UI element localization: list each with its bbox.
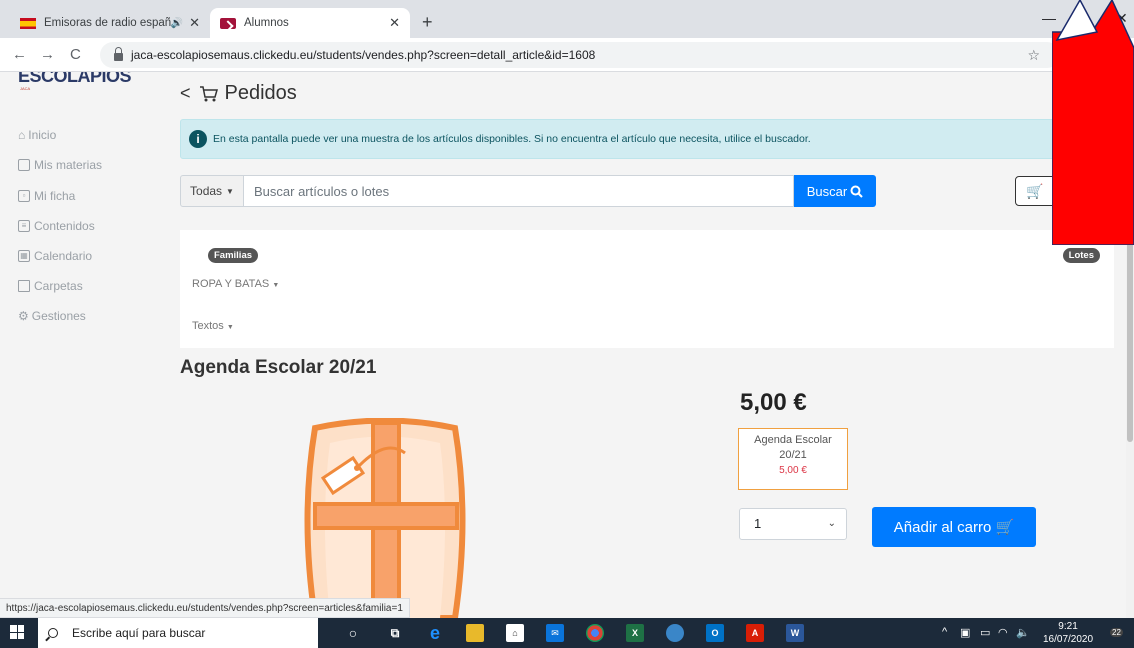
excel-icon[interactable]: X [626,624,644,642]
caret-down-icon: ▼ [226,186,234,196]
search-button[interactable]: Buscar [794,175,876,207]
logo-subtext: JACA [20,86,31,91]
family-textos[interactable]: Textos ▼ [192,320,234,332]
cortana-icon[interactable]: ○ [344,624,362,642]
search-input[interactable] [244,175,794,207]
cart-icon: 🛒 [995,519,1015,536]
tab-radio[interactable]: Emisoras de radio españolas 🔊 ✕ [10,8,210,38]
page-title: < Pedidos [180,82,297,105]
tab-alumnos[interactable]: Alumnos ✕ [210,8,410,38]
status-url: https://jaca-escolapiosemaus.clickedu.eu… [0,598,410,618]
photos-icon[interactable] [666,624,684,642]
acrobat-icon[interactable]: A [746,624,764,642]
back-chevron-icon[interactable]: < [180,83,191,104]
add-to-cart-button[interactable]: Añadir al carro 🛒 [872,507,1036,547]
family-ropa-y-batas[interactable]: ROPA Y BATAS ▼ [192,278,279,290]
lots-badge[interactable]: Lotes [1062,248,1100,263]
sidebar-item-calendario[interactable]: ▦ Calendario [18,249,92,263]
contents-icon: ≡ [18,220,30,232]
cart-icon [199,85,218,101]
clickedu-favicon-icon [220,17,236,29]
tray-network-icon[interactable]: ▣ [960,626,970,639]
sidebar-item-contenidos[interactable]: ≡ Contenidos [18,219,95,233]
browser-tabstrip: Emisoras de radio españolas 🔊 ✕ Alumnos … [0,0,1134,38]
tray-battery-icon[interactable]: ▭ [980,626,990,639]
families-badge: Familias [208,248,259,263]
mail-icon[interactable]: ✉ [546,624,564,642]
home-icon: ⌂ [18,128,26,142]
tray-wifi-icon[interactable]: ◠ [998,626,1008,639]
page-title-text: Pedidos [224,82,297,104]
product-price: 5,00 € [740,389,807,416]
info-alert: i En esta pantalla puede ver una muestra… [180,119,1114,159]
families-panel: Familias Lotes ROPA Y BATAS ▼ Textos ▼ [180,230,1114,348]
info-icon: i [189,130,207,148]
product-title: Agenda Escolar 20/21 [180,357,377,378]
package-illustration [304,418,466,618]
bookmark-star-icon[interactable]: ☆ [1027,47,1040,64]
speaker-icon[interactable]: 🔊 [171,18,183,29]
search-bar: Todas ▼ Buscar [180,175,876,207]
gears-icon: ⚙ [18,309,29,323]
close-tab-icon[interactable]: ✕ [389,15,400,31]
logo-text: ESCOLAPIOS [18,72,132,86]
book-icon [18,159,30,171]
search-icon [48,628,58,638]
search-icon [850,185,863,198]
windows-taskbar: Escribe aquí para buscar ○ ⧉ e ⌂ ✉ X O A… [0,618,1134,648]
system-clock[interactable]: 9:21 16/07/2020 [1043,620,1093,646]
address-bar[interactable]: jaca-escolapiosemaus.clickedu.eu/student… [100,42,1060,68]
outlook-icon[interactable]: O [706,624,724,642]
sidebar-item-gestiones[interactable]: ⚙ Gestiones [18,309,86,323]
store-icon[interactable]: ⌂ [506,624,524,642]
file-explorer-icon[interactable] [466,624,484,642]
calendar-icon: ▦ [18,250,30,262]
red-arrow-annotation [1052,0,1134,245]
task-view-icon[interactable]: ⧉ [386,624,404,642]
cart-icon: 🛒 [1026,183,1044,199]
chrome-icon[interactable] [586,624,604,642]
browser-toolbar: ← → C jaca-escolapiosemaus.clickedu.eu/s… [0,38,1134,72]
notifications-icon[interactable]: 22 [1110,626,1123,638]
word-icon[interactable]: W [786,624,804,642]
tab-title: Emisoras de radio españolas [44,17,171,29]
tab-title: Alumnos [244,17,289,29]
category-dropdown[interactable]: Todas ▼ [180,175,244,207]
reload-icon[interactable]: C [70,46,81,63]
quantity-select[interactable]: 1 ⌄ [739,508,847,540]
variant-name: Agenda Escolar 20/21 [754,434,832,461]
sidebar-item-mis-materias[interactable]: Mis materias [18,158,102,172]
sidebar-item-mi-ficha[interactable]: ▫ Mi ficha [18,189,75,203]
edge-icon[interactable]: e [426,624,444,642]
taskbar-search[interactable]: Escribe aquí para buscar [38,618,318,648]
page-content: ESCOLAPIOS JACA ⌂ Inicio Mis materias ▫ Mi… [0,72,1134,618]
sidebar-item-carpetas[interactable]: Carpetas [18,279,83,293]
forward-icon[interactable]: → [40,46,55,63]
spain-flag-icon [20,17,36,29]
windows-start-icon[interactable] [10,625,24,639]
tray-chevron-icon[interactable]: ^ [942,626,947,638]
chevron-down-icon: ⌄ [827,518,836,529]
id-card-icon: ▫ [18,190,30,202]
caret-down-icon: ▼ [272,282,280,289]
tray-volume-icon[interactable]: 🔈 [1016,626,1030,639]
info-text: En esta pantalla puede ver una muestra d… [213,133,811,145]
variant-option[interactable]: Agenda Escolar 20/21 5,00 € [738,428,848,490]
new-tab-icon[interactable]: + [422,12,433,33]
url-text: jaca-escolapiosemaus.clickedu.eu/student… [131,48,596,62]
sidebar-item-inicio[interactable]: ⌂ Inicio [18,128,56,142]
caret-down-icon: ▼ [226,324,234,331]
back-icon[interactable]: ← [12,46,27,63]
close-tab-icon[interactable]: ✕ [189,15,200,31]
variant-price: 5,00 € [779,465,807,476]
lock-icon [114,47,123,61]
school-logo[interactable]: ESCOLAPIOS JACA [18,72,148,94]
folder-icon [18,280,30,292]
